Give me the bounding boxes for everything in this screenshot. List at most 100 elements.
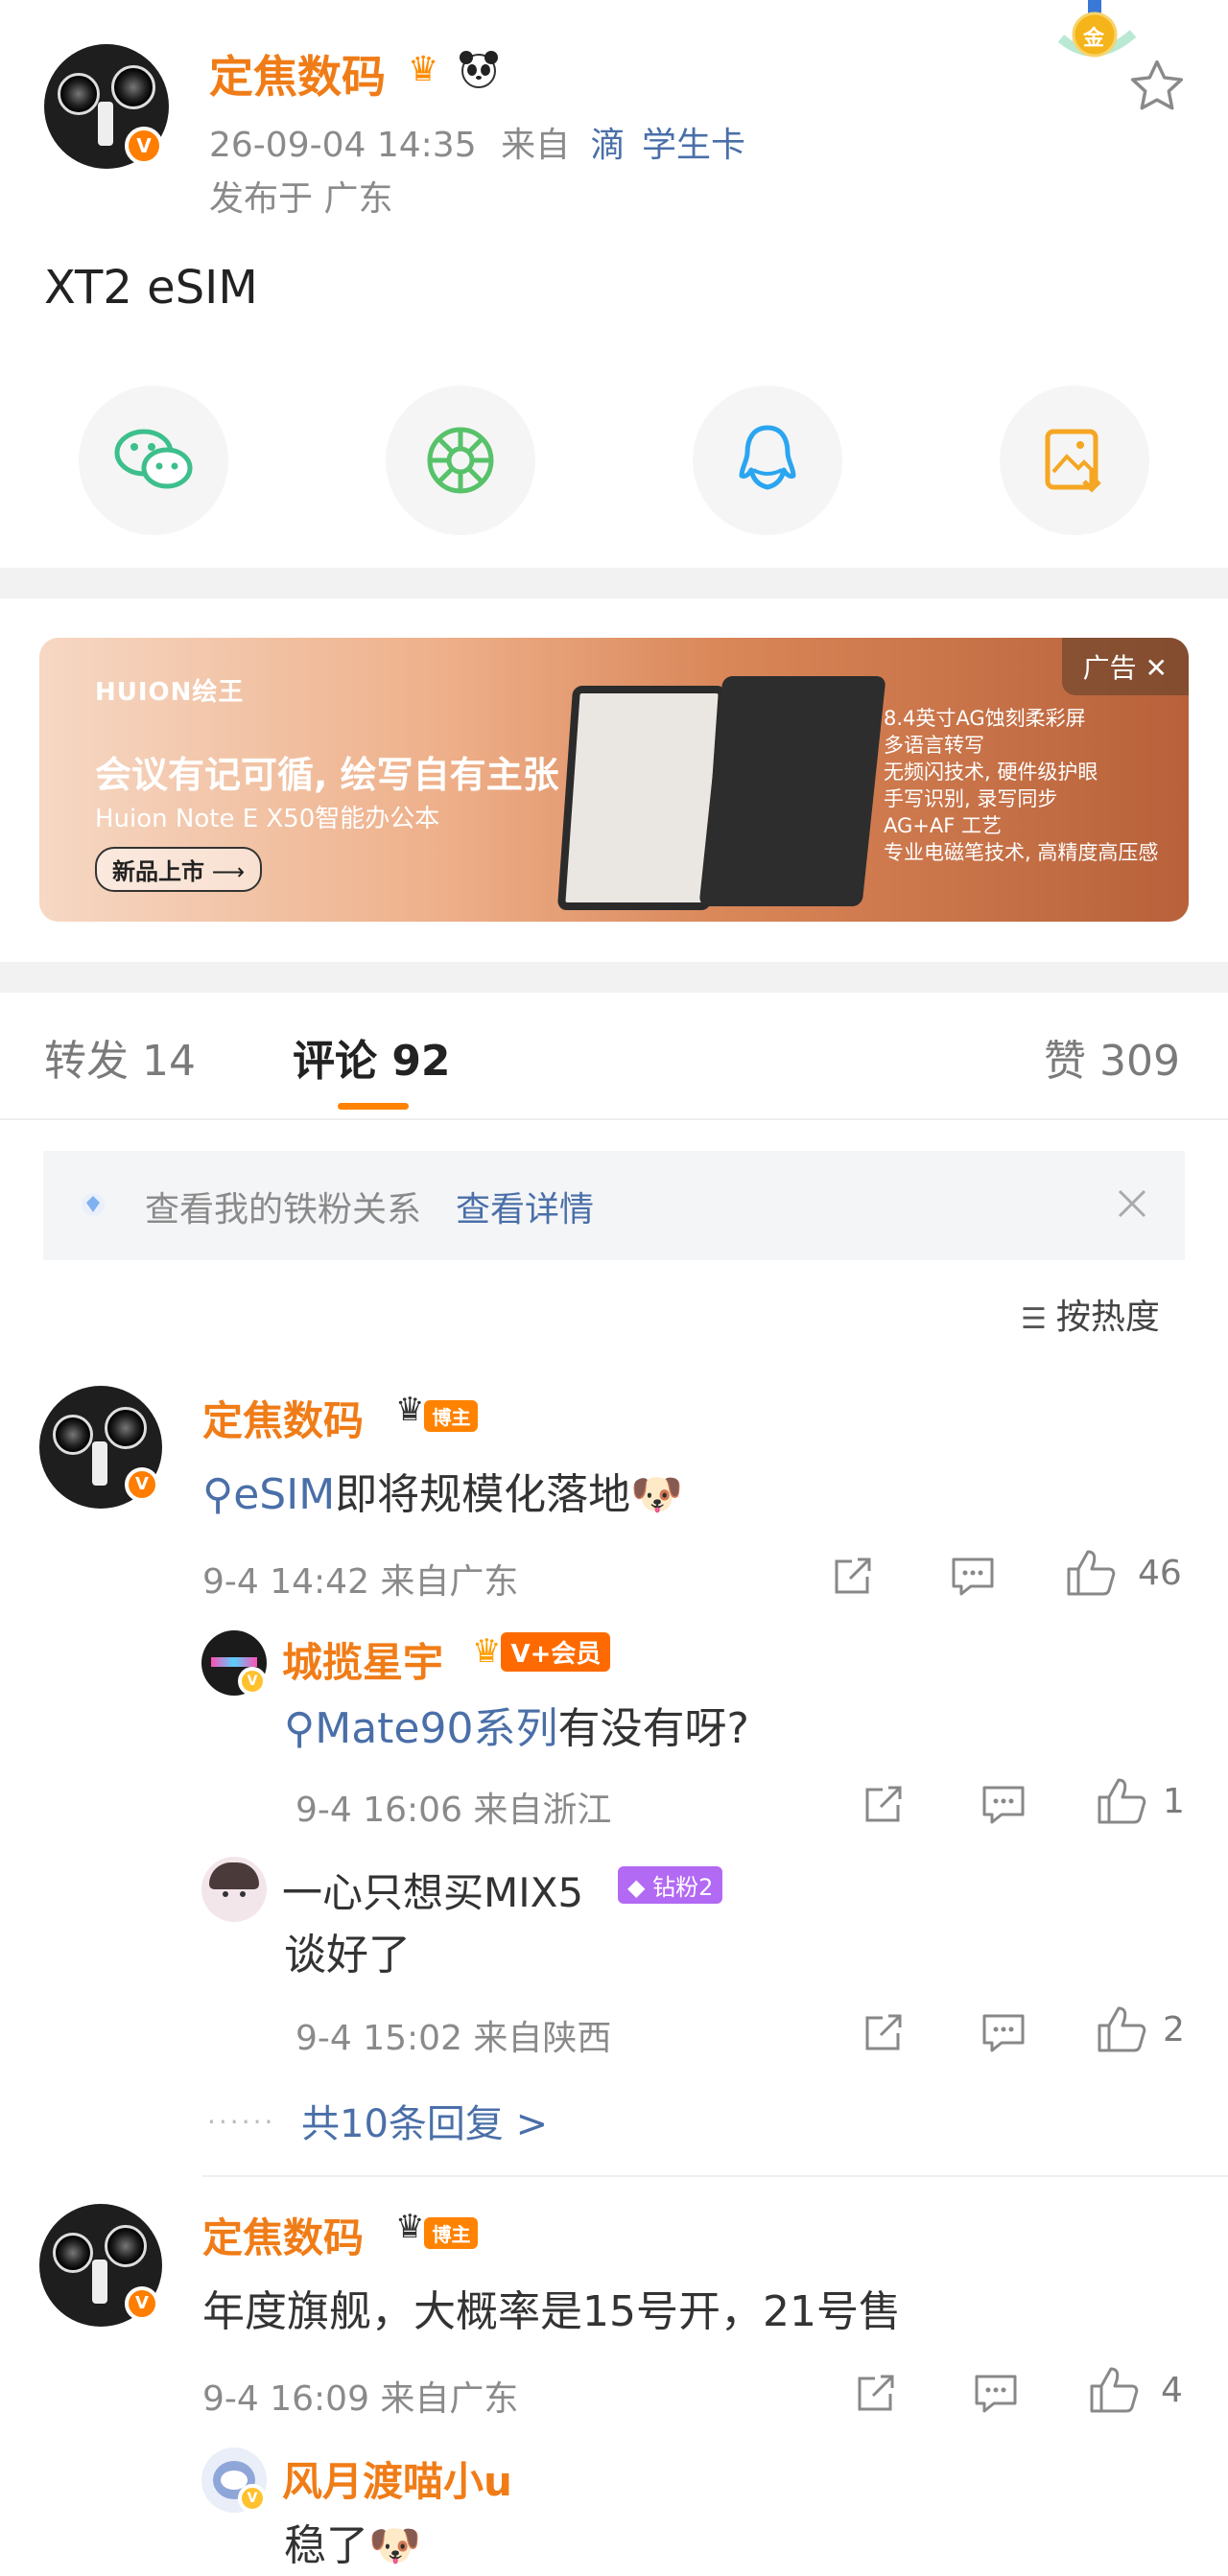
verified-badge-icon: V <box>125 2286 159 2321</box>
post-location: 发布于 广东 <box>209 179 393 219</box>
post-author-name[interactable]: 定焦数码 <box>209 42 386 105</box>
fan-diamond-icon <box>80 1191 106 1218</box>
comment-author[interactable]: 定焦数码 <box>202 1389 364 1447</box>
reply-avatar[interactable] <box>201 1857 267 1922</box>
share-wechat-button[interactable] <box>79 386 228 535</box>
like-icon[interactable] <box>1065 1548 1117 1602</box>
comment-icon[interactable] <box>973 2371 1019 2419</box>
topic-link[interactable]: ⚲eSIM <box>202 1470 335 1519</box>
post-time-text: 26-09-04 14:35 <box>209 126 477 165</box>
blogger-badge: ♛ 博主 <box>395 2208 479 2249</box>
comment-text-body: 即将规模化落地 <box>335 1470 631 1519</box>
ad-subtitle: Huion Note E X50智能办公本 <box>95 805 440 833</box>
share-moments-button[interactable] <box>386 386 535 535</box>
diamond-fan-badge-text: 钻粉2 <box>652 1874 714 1901</box>
reply-author[interactable]: 风月渡喵小u <box>282 2449 512 2508</box>
ad-cta-button[interactable]: 新品上市 ⟶ <box>95 847 263 892</box>
post-time: 26-09-04 14:35 来自 滴 学生卡 <box>209 117 745 167</box>
verified-badge-icon: V <box>125 127 163 165</box>
reply-text: 稳了🐶 <box>284 2511 421 2572</box>
verified-badge-icon: V <box>238 2484 267 2513</box>
tab-repost[interactable]: 转发 14 <box>44 1026 196 1088</box>
diamond-icon: ◆ <box>627 1874 646 1901</box>
crown-icon: ♛ <box>395 2208 425 2246</box>
like-count: 1 <box>1163 1782 1185 1821</box>
reply-text: ⚲Mate90系列有没有呀? <box>284 1694 749 1755</box>
sort-label: 按热度 <box>1055 1298 1160 1337</box>
ad-feature: 专业电磁笔技术, 高精度高压感 <box>884 841 1159 864</box>
favorite-star-icon[interactable] <box>1126 56 1188 117</box>
diamond-fan-badge-label: ◆ 钻粉2 <box>618 1866 723 1904</box>
post-source[interactable]: 学生卡 <box>642 126 745 165</box>
ad-banner[interactable]: 广告 ✕ HUION绘王 会议有记可循, 绘写自有主张 Huion Note E… <box>39 638 1189 922</box>
sort-button[interactable]: ☰ 按热度 <box>1021 1289 1160 1339</box>
wechat-icon <box>114 429 193 489</box>
vip-badge: ♛ V+会员 <box>472 1632 611 1672</box>
ad-feature: 8.4英寸AG蚀刻柔彩屏 <box>884 707 1086 730</box>
medal-text: 金 <box>1083 27 1105 51</box>
post-content: XT2 eSIM <box>44 261 258 315</box>
ad-features: 8.4英寸AG蚀刻柔彩屏 多语言转写 无频闪技术, 硬件级护眼 手写识别, 录写… <box>884 705 1158 866</box>
tab-comments[interactable]: 评论 92 <box>293 1026 451 1088</box>
fan-relation-text: 查看我的铁粉关系 <box>145 1190 422 1229</box>
sort-icon: ☰ <box>1021 1302 1047 1336</box>
comment-divider <box>202 2175 1228 2177</box>
panda-icon <box>457 48 501 90</box>
section-divider <box>0 568 1228 598</box>
save-image-icon <box>1045 429 1101 493</box>
ad-tag[interactable]: 广告 ✕ <box>1061 638 1189 695</box>
share-icon[interactable] <box>862 1782 906 1830</box>
reply-text: 谈好了 <box>284 1931 411 1979</box>
more-replies-link[interactable]: 共10条回复 > <box>301 2093 548 2148</box>
dog-emoji-icon: 🐶 <box>630 1470 683 1519</box>
comment-icon[interactable] <box>950 1554 996 1602</box>
close-icon[interactable] <box>1114 1185 1150 1222</box>
topic-text: eSIM <box>233 1470 336 1519</box>
tab-likes[interactable]: 赞 309 <box>1044 1026 1180 1088</box>
reply-text-body: 有没有呀? <box>557 1704 749 1753</box>
replies-dots: ······ <box>207 2106 276 2138</box>
share-icon[interactable] <box>854 2371 898 2419</box>
ad-feature: 无频闪技术, 硬件级护眼 <box>884 761 1098 784</box>
comment-time: 9-4 14:42 来自广东 <box>202 1562 519 1602</box>
like-icon[interactable] <box>1096 2004 1147 2058</box>
topic-link[interactable]: ⚲Mate90系列 <box>284 1704 557 1753</box>
like-icon[interactable] <box>1096 1776 1147 1830</box>
crown-icon: ♛ <box>408 50 439 89</box>
crown-icon: ♛ <box>395 1391 425 1429</box>
diamond-fan-badge: ◆ 钻粉2 <box>618 1866 723 1904</box>
share-icon[interactable] <box>831 1554 875 1602</box>
search-icon: ⚲ <box>202 1470 234 1519</box>
blogger-badge-label: 博主 <box>424 2217 479 2249</box>
like-icon[interactable] <box>1088 2365 1140 2419</box>
like-count: 2 <box>1163 2010 1185 2049</box>
ad-slogan: 会议有记可循, 绘写自有主张 <box>95 754 559 796</box>
comment-text: ⚲eSIM即将规模化落地🐶 <box>202 1460 683 1521</box>
fan-relation-link[interactable]: 查看详情 <box>456 1182 594 1231</box>
verified-badge-icon: V <box>125 1467 159 1502</box>
tab-active-indicator <box>338 1103 409 1110</box>
share-icon[interactable] <box>862 2010 906 2058</box>
vip-badge-label: V+会员 <box>501 1632 611 1672</box>
ad-tag-label: 广告 <box>1082 652 1137 684</box>
fan-relation-banner[interactable]: 查看我的铁粉关系 查看详情 <box>43 1151 1185 1260</box>
post-from-label: 来自 <box>501 126 571 165</box>
comment-icon[interactable] <box>980 2010 1027 2058</box>
blogger-badge-label: 博主 <box>424 1400 479 1432</box>
ad-feature: 多语言转写 <box>884 734 984 757</box>
comment-author[interactable]: 定焦数码 <box>202 2206 364 2264</box>
ad-tablet-back-image <box>698 676 886 906</box>
reply-time: 9-4 15:02 来自陕西 <box>295 2019 612 2058</box>
qq-icon <box>739 425 796 490</box>
post-source-badge[interactable]: 滴 <box>591 126 626 165</box>
reply-text-body: 稳了 <box>284 2521 368 2570</box>
tabs-divider <box>0 1118 1228 1120</box>
reply-author[interactable]: 一心只想买MIX5 <box>282 1861 583 1919</box>
comment-icon[interactable] <box>980 1782 1027 1830</box>
comment-text: 年度旗舰，大概率是15号开，21号售 <box>202 2287 901 2336</box>
share-qq-button[interactable] <box>693 386 842 535</box>
reply-author[interactable]: 城揽星宇 <box>282 1630 443 1689</box>
like-count: 46 <box>1138 1554 1182 1593</box>
ad-brand: HUION绘王 <box>95 678 245 707</box>
save-image-button[interactable] <box>1000 386 1149 535</box>
